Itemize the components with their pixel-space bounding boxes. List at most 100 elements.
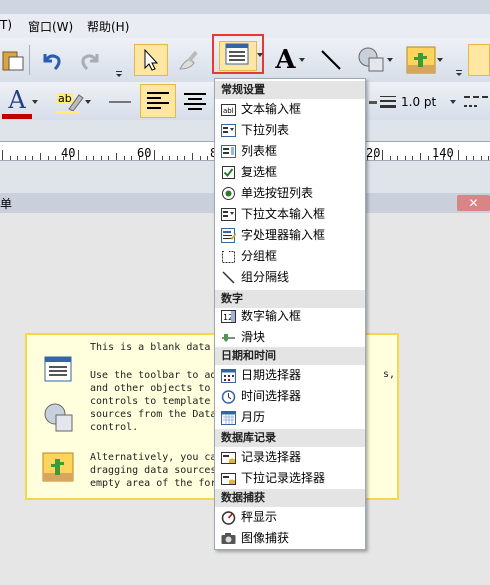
menu-item-calendar[interactable]: 月历 [215,407,365,428]
redo-button[interactable] [76,46,106,74]
picture-icon [406,46,436,74]
chevron-down-icon [437,58,443,62]
section-header-database: 数据库记录 [215,429,365,447]
image-tool-button[interactable] [402,44,446,76]
ruler-tick [154,150,155,160]
ruler-tick [161,156,163,160]
menu-item-number-input[interactable]: 12 数字输入框 [215,306,365,327]
menu-item-dropdown-list[interactable]: 下拉列表 [215,120,365,141]
radio-list-icon [222,187,235,200]
slider-icon [222,334,235,342]
arrow-pointer-icon [144,48,159,71]
ruler-tick [458,150,459,160]
align-center-button[interactable] [178,86,212,118]
menu-item-image-capture[interactable]: 图像捕获 [215,528,365,549]
ruler-tick [108,156,110,160]
undo-button[interactable] [36,46,66,74]
dash-style-button[interactable] [462,90,490,114]
section-header-date-time: 日期和时间 [215,347,365,365]
menu-item-dropdown-record[interactable]: 下拉记录选择器 [215,468,365,489]
section-header-general: 常规设置 [215,81,365,99]
text-a-icon: A [275,45,296,75]
chevron-down-icon [85,100,91,104]
select-tool-button[interactable] [134,44,168,76]
record-selector-icon [221,452,236,464]
ruler-tick [123,156,125,160]
text-input-icon: abl [221,104,236,116]
ruler-tick [47,156,49,160]
menu-item-date-picker[interactable]: 日期选择器 [215,365,365,386]
dropdown-record-icon [221,473,236,485]
group-box-icon [222,250,235,263]
menu-item-truncated[interactable]: T) [0,18,12,32]
menu-item-window[interactable]: 窗口(W) [28,18,73,35]
text-tool-button[interactable]: A [270,45,310,75]
menu-item-radio-list[interactable]: 单选按钮列表 [215,183,365,204]
ruler-tick [17,156,19,160]
paste-button[interactable] [0,46,26,74]
align-left-button[interactable] [140,84,176,118]
close-icon: ✕ [468,196,479,210]
menu-item-help[interactable]: 帮助(H) [87,18,129,35]
ruler-tick [116,153,117,160]
menu-item-group-separator[interactable]: 组分隔线 [215,267,365,288]
menu-item-checkbox[interactable]: 复选框 [215,162,365,183]
chevron-down-icon [450,100,456,104]
ruler-tick [9,156,11,160]
menu-item-slider[interactable]: 滑块 [215,327,365,348]
calendar-icon [221,411,236,425]
ruler-tick [85,156,87,160]
panel-close-button[interactable]: ✕ [457,195,490,211]
listbox-icon [221,145,236,158]
panel-title: 单 [0,197,13,211]
picture-icon [42,452,74,482]
ruler-tick [465,156,467,160]
highlighter-icon: ab [55,92,84,114]
menu-item-time-picker[interactable]: 时间选择器 [215,386,365,407]
toolbar-overflow-icon[interactable] [115,70,123,78]
form-controls-dropdown-button[interactable] [212,34,264,74]
format-painter-button[interactable] [172,46,206,74]
line-width-select[interactable]: 1.0 pt [380,90,456,114]
line-tool-button[interactable] [315,46,347,74]
ruler-tick [412,156,414,160]
ruler-tick [473,156,475,160]
ruler-tick [199,156,201,160]
chevron-down-icon [387,58,393,62]
ruler-tick [207,156,209,160]
menu-item-word-processor[interactable]: 字处理器输入框 [215,225,365,246]
menu-item-combo-text[interactable]: 下拉文本输入框 [215,204,365,225]
ruler-tick [40,153,41,160]
ruler-tick [397,156,399,160]
ruler-tick [184,156,186,160]
ruler-label: 60 [137,146,152,160]
info-paragraph-tail: s, [383,369,396,380]
line-style-button[interactable] [106,86,134,118]
ruler-label: 140 [432,146,454,160]
line-weights-icon [380,96,396,108]
ruler-tick [404,156,406,160]
line-width-value: 1.0 pt [401,95,437,109]
align-left-icon [147,92,169,109]
menu-item-record-selector[interactable]: 记录选择器 [215,447,365,468]
highlight-color-button[interactable]: ab [48,86,96,118]
paste-icon [2,51,24,71]
combo-text-icon [221,208,236,221]
extra-tool-button[interactable] [468,44,490,76]
ruler-tick [192,153,193,160]
ruler-tick [382,150,383,160]
shape-tool-button[interactable] [352,44,396,76]
ruler-tick [131,156,133,160]
redo-icon [81,54,99,71]
menu-item-scale-display[interactable]: 秤显示 [215,507,365,528]
font-color-button[interactable]: A [0,86,46,119]
toolbar-overflow-icon[interactable] [455,68,463,78]
shapes-icon [44,403,73,432]
camera-icon [221,533,236,544]
menu-item-group-box[interactable]: 分组框 [215,246,365,267]
dash-style-icon [464,96,488,107]
form-field-icon [44,356,72,382]
menu-item-text-input[interactable]: abl 文本输入框 [215,99,365,120]
ruler-label: 20 [366,146,381,160]
menu-item-listbox[interactable]: 列表框 [215,141,365,162]
